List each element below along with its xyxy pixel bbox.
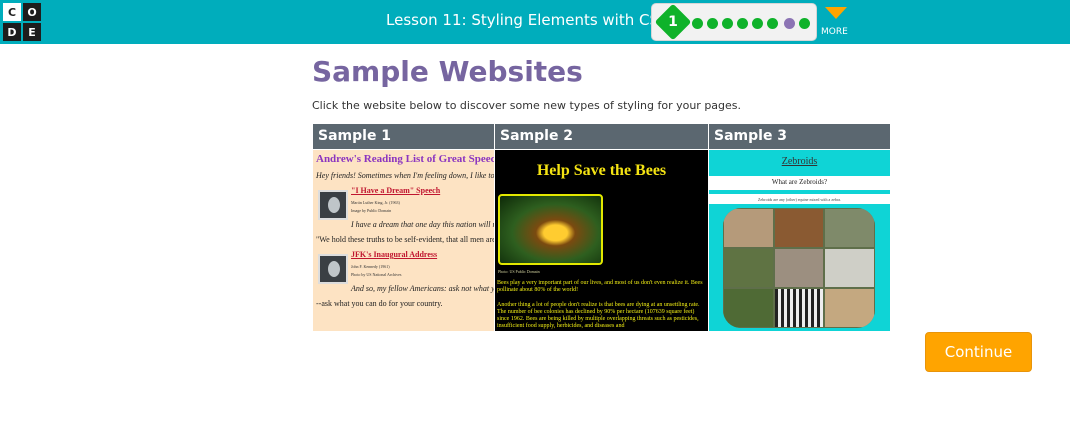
- sample-2-card[interactable]: Sample 2 Help Save the Bees Photo: US Pu…: [495, 124, 708, 331]
- top-bar: C O D E Lesson 11: Styling Elements with…: [0, 0, 1070, 44]
- more-levels-button[interactable]: MORE: [817, 4, 853, 40]
- sample-3-strip: Zebroids are any (other) equine mixed wi…: [709, 194, 890, 204]
- current-level-number: 1: [668, 14, 678, 30]
- sample-3-header: Sample 3: [709, 124, 890, 149]
- lesson-title[interactable]: Lesson 11: Styling Elements with CSS: [386, 11, 669, 29]
- sample-1-link-1-meta-2: Image by Public Domain: [351, 208, 392, 213]
- sample-1-quote-2b: --ask what you can do for your country.: [316, 299, 443, 308]
- level-dot-3[interactable]: [707, 18, 718, 29]
- sample-1-heading: Andrew's Reading List of Great Speeches: [316, 153, 494, 165]
- logo-letter-d: D: [3, 23, 21, 41]
- level-dot-6[interactable]: [752, 18, 763, 29]
- sample-2-caption: Photo: US Public Domain: [498, 269, 540, 274]
- continue-button[interactable]: Continue: [925, 332, 1032, 372]
- sample-1-intro: Hey friends! Sometimes when I'm feeling …: [316, 171, 494, 180]
- level-dot-4[interactable]: [722, 18, 733, 29]
- more-label: MORE: [821, 27, 848, 37]
- sample-3-question: What are Zebroids?: [709, 176, 890, 190]
- sample-2-paragraph-1: Bees play a very important part of our l…: [497, 280, 703, 293]
- instructions-text: Click the website below to discover some…: [312, 99, 742, 112]
- sample-1-link-1: "I Have a Dream" Speech: [351, 186, 441, 195]
- sample-websites-table: Sample 1 Andrew's Reading List of Great …: [313, 124, 890, 331]
- jfk-photo: [318, 254, 348, 284]
- level-dot-2[interactable]: [692, 18, 703, 29]
- page-title: Sample Websites: [312, 55, 583, 88]
- sample-3-card[interactable]: Sample 3 Zebroids What are Zebroids? Zeb…: [709, 124, 890, 331]
- sample-2-thumbnail[interactable]: Help Save the Bees Photo: US Public Doma…: [495, 150, 708, 331]
- mlk-photo: [318, 190, 348, 220]
- level-dot-9[interactable]: [799, 18, 810, 29]
- level-dot-5[interactable]: [737, 18, 748, 29]
- zebroid-collage-image: [723, 208, 875, 328]
- sample-1-card[interactable]: Sample 1 Andrew's Reading List of Great …: [313, 124, 494, 331]
- sample-1-quote-1: I have a dream that one day this nation …: [351, 220, 494, 229]
- sample-1-quote-1b: "We hold these truths to be self-evident…: [316, 235, 494, 244]
- code-org-logo[interactable]: C O D E: [3, 3, 41, 41]
- sample-1-link-2-meta: John F. Kennedy (1961): [351, 264, 390, 269]
- sample-1-link-2: JFK's Inaugural Address: [351, 250, 438, 259]
- logo-letter-c: C: [3, 3, 21, 21]
- sample-2-paragraph-2: Another thing a lot of people don't real…: [497, 302, 700, 329]
- level-dot-8[interactable]: [784, 18, 795, 29]
- sample-2-heading: Help Save the Bees: [536, 162, 667, 179]
- logo-letter-e: E: [23, 23, 41, 41]
- sample-1-thumbnail[interactable]: Andrew's Reading List of Great Speeches …: [313, 150, 494, 331]
- sample-1-quote-2: And so, my fellow Americans: ask not wha…: [351, 284, 494, 293]
- logo-letter-o: O: [23, 3, 41, 21]
- bee-photo: [498, 194, 603, 265]
- triangle-down-icon: [825, 7, 847, 19]
- sample-2-header: Sample 2: [495, 124, 708, 149]
- sample-3-thumbnail[interactable]: Zebroids What are Zebroids? Zebroids are…: [709, 150, 890, 331]
- sample-1-header: Sample 1: [313, 124, 494, 149]
- sample-3-heading: Zebroids: [781, 156, 818, 167]
- level-dot-7[interactable]: [767, 18, 778, 29]
- sample-1-link-2-meta-2: Photo by US National Archives: [351, 272, 402, 277]
- lesson-progress-bar: 1: [651, 3, 817, 41]
- sample-1-link-1-meta: Martin Luther King, Jr. (1963): [351, 200, 400, 205]
